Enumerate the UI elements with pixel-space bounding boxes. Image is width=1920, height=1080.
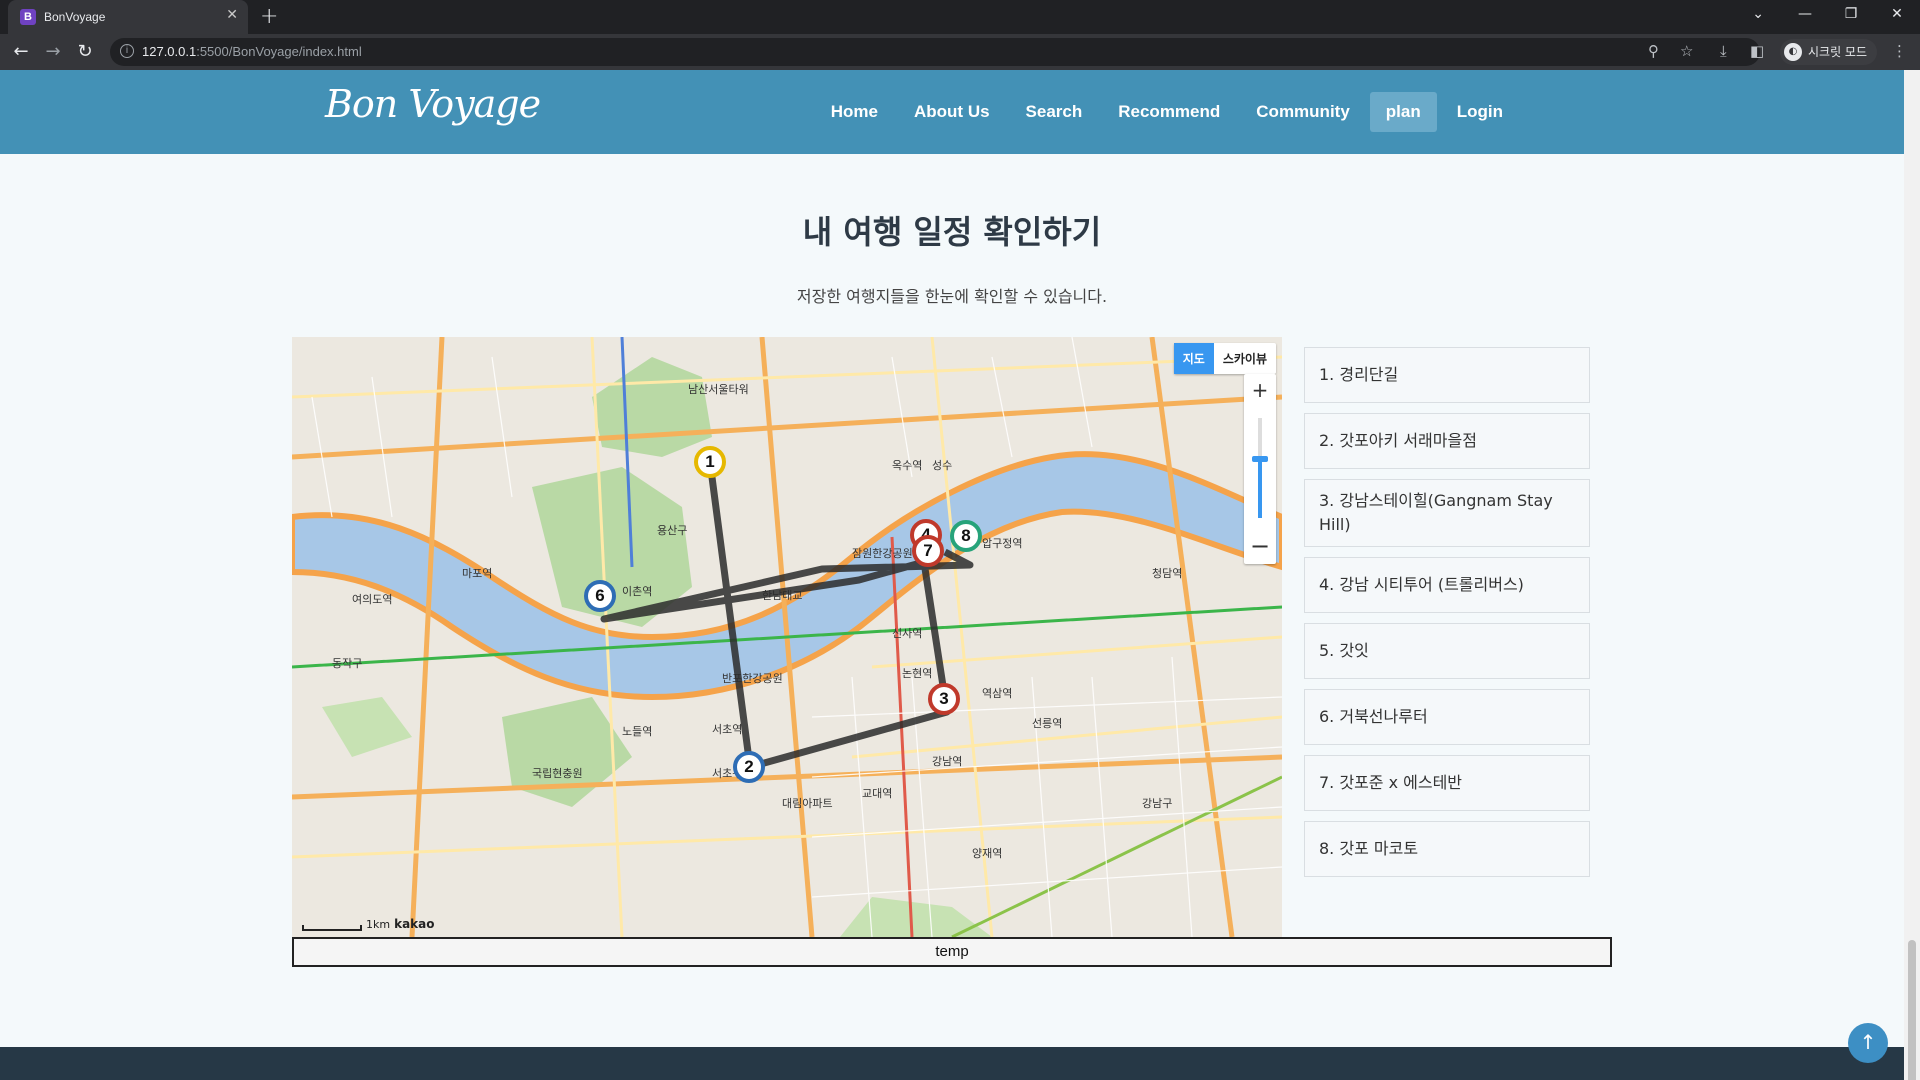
map-label: 이촌역 — [622, 585, 652, 598]
route-marker-6[interactable]: 6 — [584, 580, 616, 612]
nav-search[interactable]: Search — [1010, 92, 1099, 132]
zoom-out-button[interactable]: − — [1244, 532, 1276, 560]
map-label: 성수 — [932, 459, 952, 472]
forward-icon[interactable]: → — [42, 41, 64, 62]
route-marker-8[interactable]: 8 — [950, 520, 982, 552]
plan-item[interactable]: 5. 갓잇 — [1304, 623, 1590, 679]
arrow-up-icon: ↑ — [1859, 1030, 1877, 1054]
map-label: 옥수역 — [892, 459, 922, 472]
bookmark-star-icon[interactable]: ☆ — [1680, 42, 1693, 60]
site-logo[interactable]: Bon Voyage — [325, 82, 541, 126]
zoom-in-button[interactable]: + — [1244, 378, 1276, 402]
location-icon[interactable]: ⚲ — [1648, 42, 1659, 60]
map-label: 여의도역 — [352, 593, 392, 606]
map-label: 잠원한강공원 — [852, 547, 913, 560]
nav-login[interactable]: Login — [1441, 92, 1519, 132]
map-type-skyview-button[interactable]: 스카이뷰 — [1214, 343, 1276, 374]
back-icon[interactable]: ← — [10, 41, 32, 62]
reload-icon[interactable]: ↻ — [74, 41, 96, 62]
zoom-level-fill — [1258, 460, 1262, 518]
map-label: 대림아파트 — [782, 797, 833, 810]
map-label: 서초역 — [712, 723, 742, 736]
download-icon[interactable]: ⤓ — [1720, 42, 1727, 60]
map-label: 반포한강공원 — [722, 672, 783, 685]
map-label: 강남구 — [1142, 797, 1172, 810]
temp-button[interactable]: temp — [292, 937, 1612, 967]
plan-item[interactable]: 2. 갓포아키 서래마을점 — [1304, 413, 1590, 469]
plan-item[interactable]: 4. 강남 시티투어 (트롤리버스) — [1304, 557, 1590, 613]
map-provider-logo: kakao — [394, 917, 435, 931]
nav-plan[interactable]: plan — [1369, 92, 1437, 132]
map-label: 강남역 — [932, 755, 962, 768]
map-label: 노들역 — [622, 725, 652, 738]
scale-line — [302, 925, 362, 931]
map-canvas: 용산구 서초구 강남구 동작구 반포한강공원 잠원한강공원 이촌역 노들역 신사… — [292, 337, 1282, 937]
page-subtitle: 저장한 여행지들을 한눈에 확인할 수 있습니다. — [796, 287, 1108, 306]
plan-list: 1. 경리단길 2. 갓포아키 서래마을점 3. 강남스테이힐(Gangnam … — [1304, 347, 1590, 887]
address-bar[interactable]: i 127.0.0.1:5500/BonVoyage/index.html ⚲ … — [110, 38, 1760, 66]
plan-item[interactable]: 6. 거북선나루터 — [1304, 689, 1590, 745]
minimize-icon[interactable]: — — [1782, 0, 1828, 30]
main-nav: Home About Us Search Recommend Community… — [815, 92, 1519, 132]
site-info-icon[interactable]: i — [120, 44, 134, 58]
map-label: 청담역 — [1152, 567, 1182, 580]
route-marker-2[interactable]: 2 — [733, 751, 765, 783]
close-tab-icon[interactable]: ✕ — [226, 7, 238, 23]
scrollbar-thumb[interactable] — [1908, 940, 1916, 1080]
route-marker-3[interactable]: 3 — [928, 683, 960, 715]
nav-recommend[interactable]: Recommend — [1102, 92, 1236, 132]
map-label: 용산구 — [657, 524, 687, 537]
incognito-icon: ◐ — [1784, 43, 1802, 61]
map-label: 국립현충원 — [532, 767, 583, 780]
map-label: 논현역 — [902, 667, 932, 680]
route-marker-1[interactable]: 1 — [694, 446, 726, 478]
plan-item[interactable]: 1. 경리단길 — [1304, 347, 1590, 403]
map-label: 교대역 — [862, 787, 892, 800]
map-type-map-button[interactable]: 지도 — [1173, 343, 1214, 374]
map-type-toggle: 지도 스카이뷰 — [1173, 343, 1276, 374]
map-scale: 1km kakao — [302, 917, 435, 931]
plan-item[interactable]: 3. 강남스테이힐(Gangnam Stay Hill) — [1304, 479, 1590, 547]
map-label: 동작구 — [332, 657, 362, 670]
restore-icon[interactable]: ❐ — [1828, 0, 1874, 30]
route-marker-7[interactable]: 7 — [912, 535, 944, 567]
zoom-slider-handle[interactable] — [1252, 456, 1268, 462]
plan-item[interactable]: 7. 갓포준 x 에스테반 — [1304, 755, 1590, 811]
browser-tab[interactable]: B BonVoyage ✕ — [8, 0, 248, 34]
map-label: 신사역 — [892, 627, 922, 640]
menu-kebab-icon[interactable]: ⋮ — [1892, 42, 1907, 60]
favicon-icon: B — [20, 9, 36, 25]
new-tab-icon[interactable]: + — [260, 4, 278, 29]
browser-toolbar: ← → ↻ i 127.0.0.1:5500/BonVoyage/index.h… — [0, 34, 1920, 70]
footer — [0, 1047, 1904, 1080]
nav-community[interactable]: Community — [1240, 92, 1366, 132]
scale-label: 1km — [366, 918, 391, 931]
map-label: 양재역 — [972, 847, 1002, 860]
chevron-down-icon[interactable]: ⌄ — [1752, 6, 1764, 22]
browser-tabbar: B BonVoyage ✕ + ⌄ — ❐ ✕ — [0, 0, 1920, 34]
incognito-badge[interactable]: ◐ 시크릿 모드 — [1780, 39, 1878, 65]
zoom-control: + − — [1244, 374, 1276, 564]
map-label: 남산서울타워 — [688, 383, 749, 396]
plan-item[interactable]: 8. 갓포 마코토 — [1304, 821, 1590, 877]
map-label: 마포역 — [462, 567, 492, 580]
nav-home[interactable]: Home — [815, 92, 894, 132]
scroll-top-button[interactable]: ↑ — [1848, 1023, 1888, 1063]
map-label: 압구정역 — [982, 537, 1022, 550]
tab-title: BonVoyage — [44, 10, 106, 24]
sidepanel-icon[interactable]: ◧ — [1750, 42, 1764, 60]
route-map[interactable]: 용산구 서초구 강남구 동작구 반포한강공원 잠원한강공원 이촌역 노들역 신사… — [292, 337, 1282, 937]
page-title: 내 여행 일정 확인하기 — [802, 213, 1102, 251]
nav-about-us[interactable]: About Us — [898, 92, 1006, 132]
map-label: 역삼역 — [982, 687, 1012, 700]
url-text: 127.0.0.1:5500/BonVoyage/index.html — [142, 44, 362, 59]
page-scrollbar[interactable] — [1904, 70, 1920, 1080]
site-header: Bon Voyage Home About Us Search Recommen… — [0, 70, 1904, 154]
map-label: 선릉역 — [1032, 717, 1062, 730]
window-close-icon[interactable]: ✕ — [1874, 0, 1920, 30]
